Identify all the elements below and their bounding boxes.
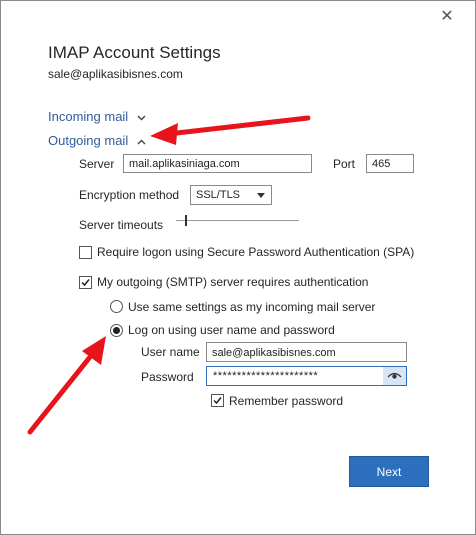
smtp-auth-checkbox[interactable] [79, 276, 92, 289]
incoming-mail-toggle[interactable]: Incoming mail [48, 109, 146, 124]
server-timeouts-label: Server timeouts [79, 218, 164, 232]
server-input[interactable]: mail.aplikasiniaga.com [123, 154, 312, 173]
outgoing-mail-toggle[interactable]: Outgoing mail [48, 133, 146, 148]
outgoing-mail-label: Outgoing mail [48, 133, 129, 148]
checkmark-icon [81, 279, 90, 287]
logon-label: Log on using user name and password [128, 323, 335, 337]
radio-selected-dot [113, 327, 120, 334]
username-label: User name [141, 345, 200, 359]
logon-radio[interactable] [110, 324, 123, 337]
same-settings-radio[interactable] [110, 300, 123, 313]
encryption-label: Encryption method [79, 188, 180, 202]
dropdown-arrow-icon [257, 193, 265, 198]
remember-password-checkbox[interactable] [211, 394, 224, 407]
next-button[interactable]: Next [349, 456, 429, 487]
port-label: Port [333, 157, 356, 171]
chevron-up-icon [137, 137, 146, 148]
server-label: Server [79, 157, 115, 171]
password-label: Password [141, 370, 194, 384]
smtp-auth-label: My outgoing (SMTP) server requires authe… [97, 275, 369, 289]
port-input[interactable]: 465 [366, 154, 414, 173]
close-icon[interactable]: ✕ [439, 9, 455, 25]
remember-password-label: Remember password [229, 394, 344, 408]
incoming-mail-label: Incoming mail [48, 109, 129, 124]
server-timeouts-slider[interactable] [176, 220, 299, 221]
same-settings-label: Use same settings as my incoming mail se… [128, 300, 376, 314]
encryption-select[interactable]: SSL/TLS [190, 185, 272, 205]
slider-thumb[interactable] [184, 215, 187, 226]
password-input[interactable]: ********************** [206, 366, 407, 386]
encryption-value: SSL/TLS [196, 189, 241, 201]
imap-settings-dialog: ✕ IMAP Account Settings sale@aplikasibis… [0, 0, 476, 535]
eye-icon[interactable] [383, 367, 406, 385]
chevron-down-icon [137, 113, 146, 124]
spa-label: Require logon using Secure Password Auth… [97, 245, 415, 259]
dialog-title: IMAP Account Settings [48, 43, 221, 62]
account-email: sale@aplikasibisnes.com [48, 67, 183, 81]
spa-checkbox[interactable] [79, 246, 92, 259]
checkmark-icon [213, 397, 222, 405]
username-input[interactable]: sale@aplikasibisnes.com [206, 342, 407, 362]
